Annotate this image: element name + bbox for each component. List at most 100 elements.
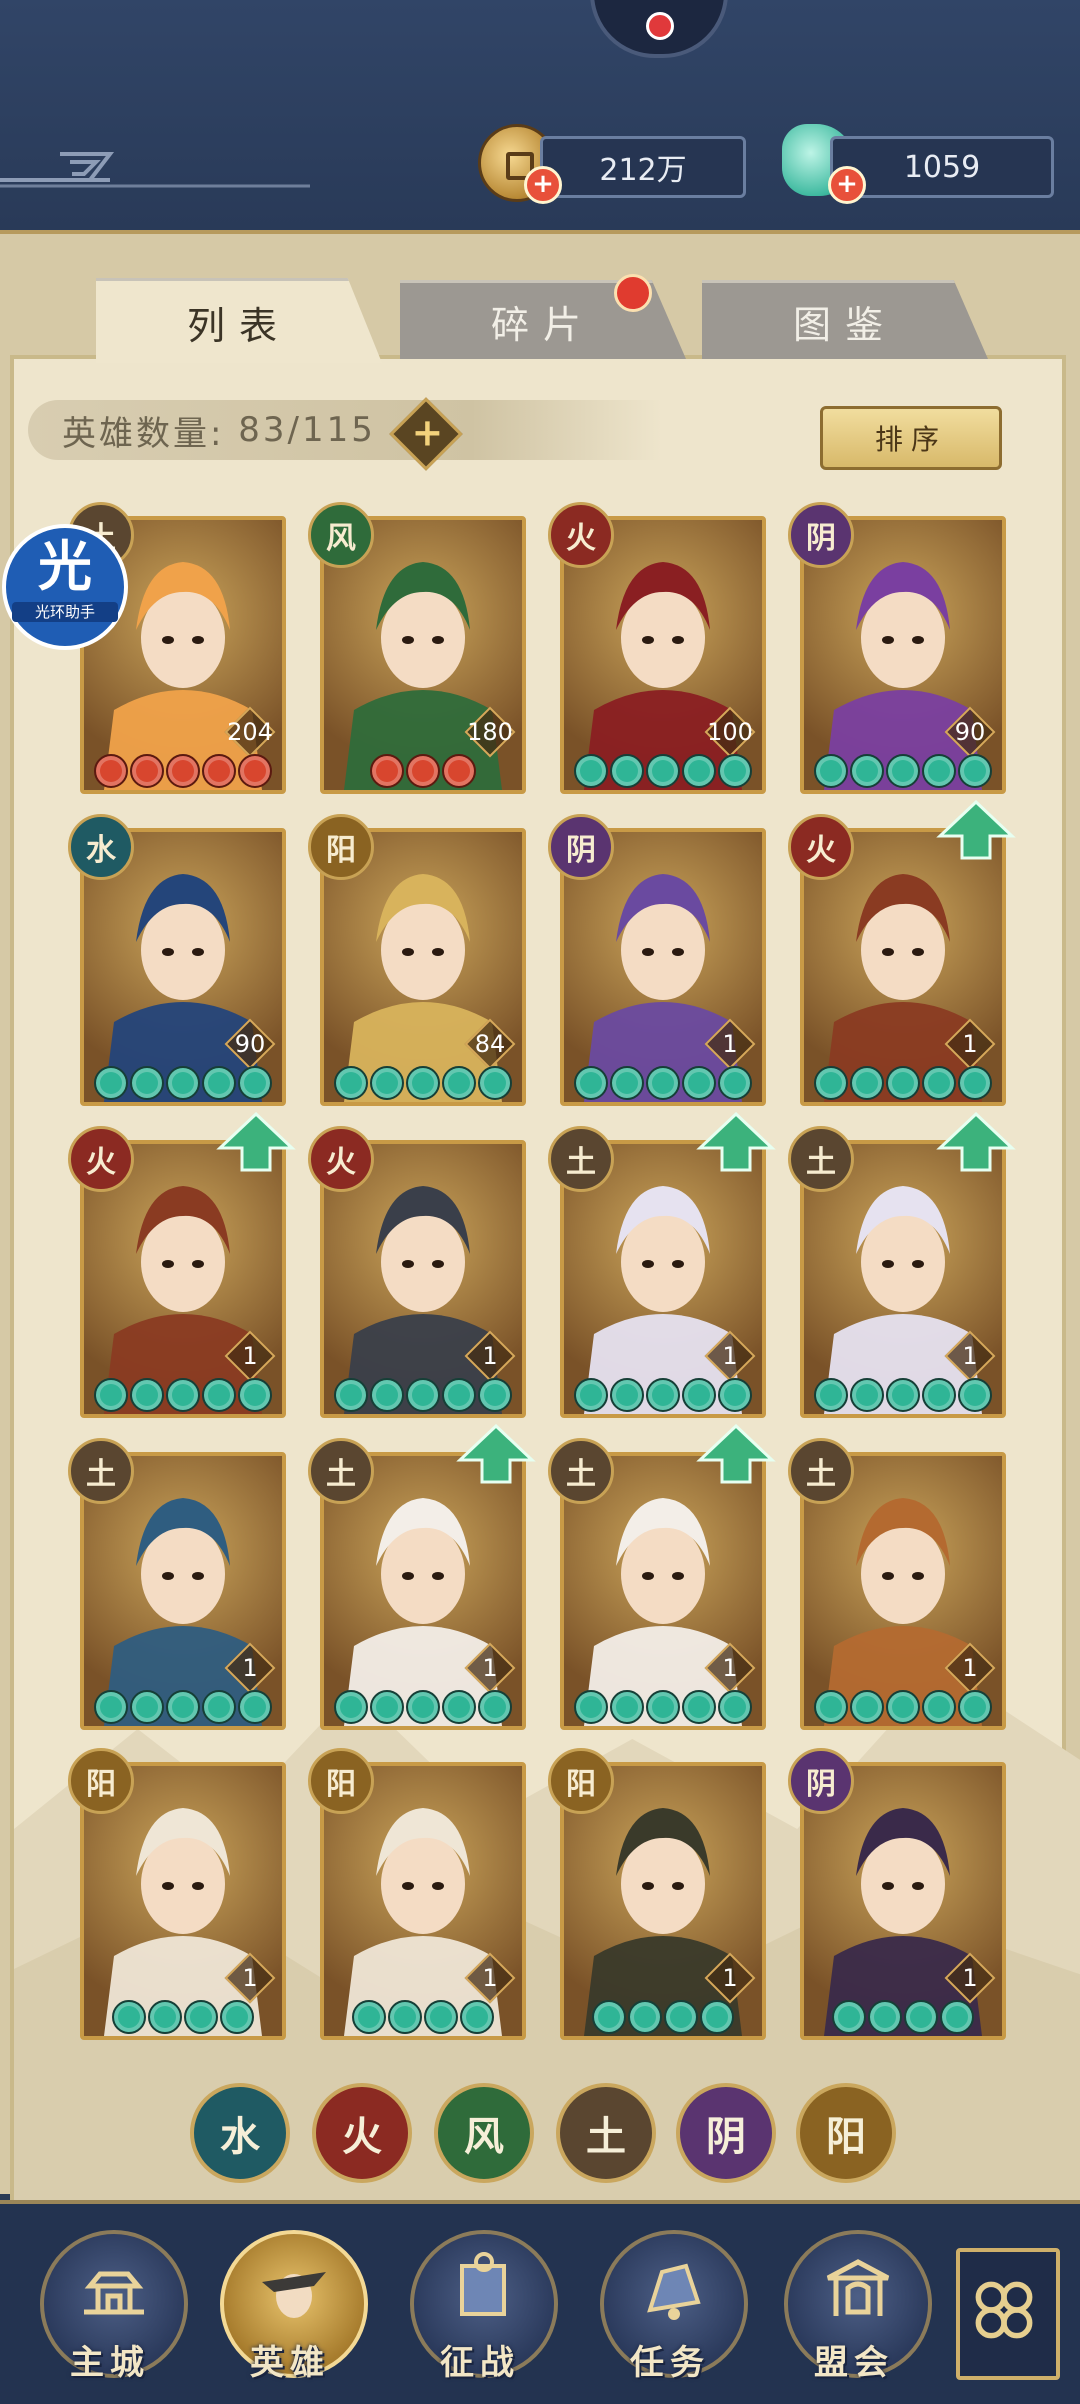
star-icon xyxy=(592,2000,626,2034)
star-rating xyxy=(84,1690,282,1724)
top-bar: 212万 + 1059 + xyxy=(0,0,1080,234)
star-icon xyxy=(922,1378,956,1412)
upgrade-arrow-icon xyxy=(456,1423,536,1484)
star-icon xyxy=(958,754,992,788)
star-icon xyxy=(610,754,644,788)
upgrade-arrow-icon xyxy=(696,1423,776,1484)
ornament-icon xyxy=(0,152,310,188)
alliance-pavilion-icon xyxy=(826,2259,890,2316)
star-icon xyxy=(664,2000,698,2034)
star-icon xyxy=(958,1690,992,1724)
hero-level: 1 xyxy=(946,1332,994,1380)
element-filter-button[interactable]: 火 xyxy=(312,2083,412,2183)
tab-codex[interactable]: 图鉴 xyxy=(702,280,988,359)
star-icon xyxy=(130,1690,164,1724)
add-coins-button[interactable]: + xyxy=(524,166,562,204)
hero-level: 90 xyxy=(226,1020,274,1068)
task-bell-icon xyxy=(647,2263,701,2320)
star-icon xyxy=(850,1378,884,1412)
hero-level: 1 xyxy=(946,1644,994,1692)
star-icon xyxy=(238,1378,272,1412)
star-icon xyxy=(406,1378,440,1412)
nav-label: 征战 xyxy=(440,2343,520,2383)
hero-count-label: 英雄数量: xyxy=(62,413,225,454)
hero-level: 1 xyxy=(706,1020,754,1068)
element-filter-button[interactable]: 阳 xyxy=(796,2083,896,2183)
hero-level: 180 xyxy=(466,708,514,756)
star-icon xyxy=(958,1066,992,1100)
element-badge: 土 xyxy=(68,1438,134,1504)
element-badge: 火 xyxy=(308,1126,374,1192)
hero-level: 1 xyxy=(226,1332,274,1380)
star-icon xyxy=(922,1066,956,1100)
element-badge: 火 xyxy=(788,814,854,880)
add-gems-button[interactable]: + xyxy=(828,166,866,204)
star-rating xyxy=(564,1378,762,1412)
hero-level: 1 xyxy=(226,1644,274,1692)
star-icon xyxy=(370,1378,404,1412)
star-icon xyxy=(886,1378,920,1412)
element-filter-button[interactable]: 水 xyxy=(190,2083,290,2183)
star-rating xyxy=(804,1690,1002,1724)
element-badge: 土 xyxy=(788,1438,854,1504)
star-icon xyxy=(682,1690,716,1724)
star-rating xyxy=(804,1378,1002,1412)
star-icon xyxy=(610,1378,644,1412)
star-rating xyxy=(324,1690,522,1724)
star-icon xyxy=(370,1066,404,1100)
star-icon xyxy=(718,754,752,788)
upgrade-arrow-icon xyxy=(936,799,1016,860)
element-badge: 风 xyxy=(308,502,374,568)
star-icon xyxy=(202,1378,236,1412)
star-icon xyxy=(238,1066,272,1100)
coin-value: 212万 xyxy=(599,153,687,188)
star-rating xyxy=(324,1378,522,1412)
city-gate-icon xyxy=(84,2271,144,2315)
tab-list[interactable]: 列表 xyxy=(96,278,382,363)
star-icon xyxy=(868,2000,902,2034)
star-icon xyxy=(814,754,848,788)
element-badge: 阴 xyxy=(788,502,854,568)
watermark-glyph: 光 xyxy=(38,535,92,598)
more-menu-button[interactable] xyxy=(956,2248,1060,2380)
star-rating xyxy=(804,1066,1002,1100)
star-icon xyxy=(814,1690,848,1724)
star-icon xyxy=(166,1690,200,1724)
hero-level: 90 xyxy=(946,708,994,756)
top-emblem[interactable] xyxy=(590,0,728,58)
star-icon xyxy=(238,754,272,788)
star-icon xyxy=(610,1066,644,1100)
star-icon xyxy=(922,1690,956,1724)
star-icon xyxy=(646,1066,680,1100)
element-filter-button[interactable]: 土 xyxy=(556,2083,656,2183)
star-icon xyxy=(94,1690,128,1724)
star-icon xyxy=(238,1690,272,1724)
star-rating xyxy=(804,754,1002,788)
star-icon xyxy=(886,1690,920,1724)
star-icon xyxy=(94,754,128,788)
hero-level: 1 xyxy=(706,1332,754,1380)
app-watermark: 光 光环助手 xyxy=(2,524,128,650)
star-rating xyxy=(324,2000,522,2034)
nav-label: 任务 xyxy=(630,2343,710,2383)
star-icon xyxy=(646,1690,680,1724)
star-rating xyxy=(564,2000,762,2034)
sort-button[interactable]: 排序 xyxy=(820,406,1002,470)
star-icon xyxy=(442,1690,476,1724)
hero-level: 1 xyxy=(466,1332,514,1380)
element-filter-button[interactable]: 阴 xyxy=(676,2083,776,2183)
element-badge: 阳 xyxy=(308,1748,374,1814)
star-icon xyxy=(388,2000,422,2034)
element-filter-button[interactable]: 风 xyxy=(434,2083,534,2183)
star-rating xyxy=(84,1378,282,1412)
star-icon xyxy=(850,754,884,788)
star-icon xyxy=(832,2000,866,2034)
upgrade-arrow-icon xyxy=(696,1111,776,1172)
star-icon xyxy=(406,754,440,788)
star-icon xyxy=(814,1066,848,1100)
hero-level: 1 xyxy=(946,1020,994,1068)
star-icon xyxy=(700,2000,734,2034)
hero-level: 204 xyxy=(226,708,274,756)
star-icon xyxy=(718,1066,752,1100)
star-icon xyxy=(370,754,404,788)
